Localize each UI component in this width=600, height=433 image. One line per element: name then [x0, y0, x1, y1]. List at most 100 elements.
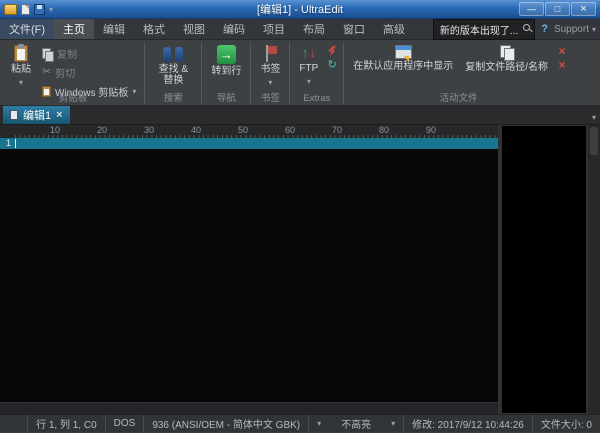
copy-label: 复制: [57, 46, 77, 61]
group-search: 查找 & 替换 搜索: [145, 42, 202, 105]
text-caret: [15, 139, 16, 148]
tab-project[interactable]: 项目: [254, 19, 294, 39]
chevron-down-icon: [317, 418, 321, 429]
close-file-button[interactable]: [556, 45, 568, 57]
sync-button[interactable]: [326, 59, 338, 71]
status-encoding[interactable]: 936 (ANSI/OEM - 简体中文 GBK): [144, 415, 309, 432]
file-size-text: 文件大小: 0: [541, 416, 592, 431]
show-in-default-app-label: 在默认应用程序中显示: [353, 61, 453, 72]
minimize-button[interactable]: [519, 2, 544, 16]
status-bar: 行 1, 列 1, C0 DOS 936 (ANSI/OEM - 简体中文 GB…: [0, 414, 600, 432]
sync-icon: [328, 60, 337, 71]
group-label-bookmarks: 书签: [251, 90, 289, 104]
status-caret-position[interactable]: 行 1, 列 1, C0: [28, 415, 106, 432]
ruler-mark: 80: [344, 125, 391, 138]
paste-dropdown-icon[interactable]: [19, 77, 23, 88]
document-tab-bar: 编辑1: [0, 106, 600, 125]
ftp-button[interactable]: ↑↓ FTP: [295, 43, 322, 89]
group-label-clipboard: 剪贴板: [2, 90, 144, 104]
tab-edit[interactable]: 编辑: [94, 19, 134, 39]
goto-line-icon: [217, 45, 236, 64]
tab-window[interactable]: 窗口: [334, 19, 374, 39]
paste-label: 粘贴: [11, 64, 31, 75]
ruler-mark: 30: [109, 125, 156, 138]
line-number: 1: [0, 138, 15, 149]
document-file-icon: [10, 110, 18, 120]
status-empty-segment: [0, 415, 28, 432]
goto-line-label: 转到行: [211, 66, 241, 77]
copy-file-path-label: 复制文件路径/名称: [465, 62, 548, 73]
copy-file-path-button[interactable]: 复制文件路径/名称: [461, 43, 552, 75]
ribbon: 粘贴 复制 剪切 Windows 剪贴板 剪贴板: [0, 40, 600, 106]
menubar-right: 新的版本出现了... ? Support: [433, 19, 596, 39]
copy-button[interactable]: 复制: [39, 45, 139, 62]
show-in-default-app-button[interactable]: 在默认应用程序中显示: [349, 43, 457, 74]
side-panel[interactable]: [501, 125, 587, 414]
syntax-highlight-text: 不高亮: [341, 416, 371, 431]
tab-format[interactable]: 格式: [134, 19, 174, 39]
modified-time-text: 修改: 2017/9/12 10:44:26: [412, 416, 524, 431]
vertical-scrollbar[interactable]: [587, 125, 600, 414]
tab-close-icon[interactable]: [56, 109, 62, 121]
paste-icon: [14, 45, 28, 62]
close-file-icon: [559, 45, 566, 57]
update-notification[interactable]: 新的版本出现了...: [433, 19, 535, 40]
tab-home[interactable]: 主页: [54, 19, 94, 39]
tab-file[interactable]: 文件(F): [0, 19, 54, 39]
cut-button[interactable]: 剪切: [39, 64, 139, 81]
status-modified-time: 修改: 2017/9/12 10:44:26: [404, 415, 533, 432]
edit-region: 10 20 30 40 50 60 70 80 90 1: [0, 125, 498, 414]
group-bookmarks: 书签 书签: [251, 42, 290, 105]
scripting-button[interactable]: [326, 45, 338, 57]
bookmark-dropdown-icon[interactable]: [268, 77, 272, 88]
copy-path-icon: [500, 45, 514, 60]
scrollbar-thumb[interactable]: [590, 127, 598, 155]
document-tab[interactable]: 编辑1: [3, 106, 70, 124]
ftp-dropdown-icon[interactable]: [307, 76, 311, 87]
title-bar: [编辑1] - UltraEdit: [0, 0, 600, 19]
editor-canvas[interactable]: [0, 149, 498, 402]
window-title: [编辑1] - UltraEdit: [0, 1, 600, 17]
group-extras: ↑↓ FTP Extras: [290, 42, 344, 105]
tab-list-dropdown-icon[interactable]: [592, 111, 596, 123]
active-line-highlight[interactable]: 1: [0, 138, 498, 149]
bookmark-flag-icon: [263, 45, 278, 62]
line-ending-text: DOS: [114, 418, 136, 429]
help-button[interactable]: ?: [541, 23, 548, 35]
default-app-window-icon: [395, 45, 412, 59]
support-menu[interactable]: Support: [554, 24, 596, 35]
ruler-mark: 50: [203, 125, 250, 138]
cut-label: 剪切: [55, 65, 75, 80]
caret-position-text: 行 1, 列 1, C0: [36, 416, 97, 431]
ftp-label: FTP: [299, 63, 318, 74]
find-replace-label: 查找 & 替换: [154, 64, 192, 86]
paste-button[interactable]: 粘贴: [7, 43, 35, 90]
tab-layout[interactable]: 布局: [294, 19, 334, 39]
document-tab-label: 编辑1: [23, 107, 51, 123]
ribbon-tab-bar: 文件(F) 主页 编辑 格式 视图 编码 项目 布局 窗口 高级 新的版本出现了…: [0, 19, 600, 40]
tab-view[interactable]: 视图: [174, 19, 214, 39]
group-navigation: 转到行 导航: [202, 42, 251, 105]
horizontal-scrollbar[interactable]: [0, 402, 498, 414]
ftp-icon: ↑↓: [302, 45, 316, 61]
status-syntax-highlight[interactable]: 不高亮: [309, 415, 404, 432]
ruler-mark: 20: [62, 125, 109, 138]
bookmark-label: 书签: [260, 64, 280, 75]
ruler-mark: 90: [391, 125, 438, 138]
find-replace-icon: [163, 47, 183, 62]
group-label-search: 搜索: [145, 90, 201, 104]
update-notification-text: 新的版本出现了...: [440, 26, 518, 37]
status-line-ending[interactable]: DOS: [106, 415, 145, 432]
close-all-files-button[interactable]: [556, 59, 568, 71]
copy-icon: [42, 48, 53, 60]
bookmark-button[interactable]: 书签: [256, 43, 284, 90]
maximize-button[interactable]: [545, 2, 570, 16]
goto-line-button[interactable]: 转到行: [207, 43, 245, 79]
tab-advanced[interactable]: 高级: [374, 19, 414, 39]
close-all-icon: [559, 59, 566, 71]
window-controls: [519, 2, 596, 16]
tab-encoding[interactable]: 编码: [214, 19, 254, 39]
find-replace-button[interactable]: 查找 & 替换: [150, 43, 196, 88]
close-button[interactable]: [571, 2, 596, 16]
group-label-extras: Extras: [290, 93, 343, 104]
